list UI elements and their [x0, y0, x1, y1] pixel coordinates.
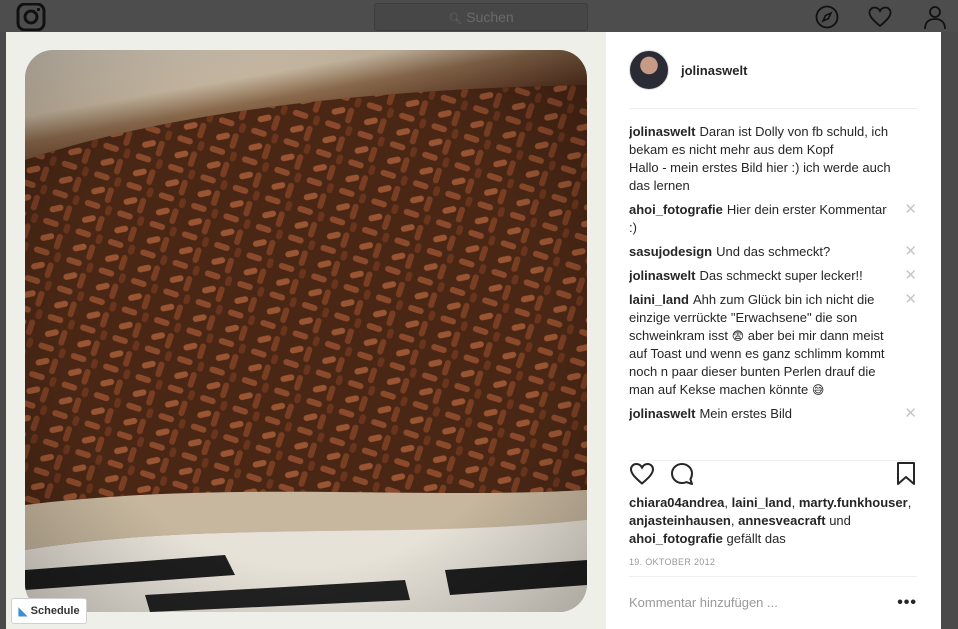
close-icon[interactable]: ✕ [904, 291, 917, 309]
post-date[interactable]: 19. OKTOBER 2012 [629, 557, 715, 567]
instagram-logo-icon[interactable] [16, 3, 46, 31]
add-comment-bar: Kommentar hinzufügen ... ••• [629, 576, 917, 628]
sprinkles-illustration [25, 50, 587, 612]
emoji: 😅 [811, 383, 825, 397]
close-icon[interactable]: ✕ [904, 243, 917, 261]
list-item: sasujodesign Und das schmeckt? ✕ [629, 243, 917, 261]
likes-separator: , [907, 495, 912, 510]
post-modal: ◣ Schedule jolinaswelt jolinaswelt Daran … [6, 32, 941, 629]
likes-separator: , [724, 495, 732, 510]
post-photo[interactable] [25, 50, 587, 612]
comment-text: Mein erstes Bild [699, 406, 792, 421]
close-icon[interactable]: ✕ [904, 267, 917, 285]
liker[interactable]: ahoi_fotografie [629, 531, 723, 546]
post-sidebar: jolinaswelt jolinaswelt Daran ist Dolly v… [606, 32, 941, 629]
post-author[interactable]: jolinaswelt [681, 63, 747, 78]
emoji: 😨 [731, 329, 745, 343]
list-item: jolinaswelt Mein erstes Bild ✕ [629, 405, 917, 423]
caption-user[interactable]: jolinaswelt [629, 124, 695, 139]
liker[interactable]: anjasteinhausen [629, 513, 731, 528]
comment-list: jolinaswelt Daran ist Dolly von fb schuld… [629, 109, 917, 459]
photo-pane: ◣ Schedule [6, 32, 606, 629]
close-icon[interactable]: ✕ [904, 201, 917, 219]
list-item: jolinaswelt Das schmeckt super lecker!! ✕ [629, 267, 917, 285]
bookmark-icon[interactable] [895, 461, 917, 487]
comment-user[interactable]: laini_land [629, 292, 689, 307]
likes-separator: , [791, 495, 799, 510]
heart-icon[interactable] [867, 4, 893, 30]
like-heart-icon[interactable] [629, 461, 655, 487]
likes-suffix: gefällt das [726, 531, 786, 546]
search-icon: 🔍︎ [448, 13, 463, 25]
comment-bubble-icon[interactable] [669, 461, 695, 487]
schedule-button[interactable]: ◣ Schedule [11, 598, 87, 624]
comment-user[interactable]: sasujodesign [629, 244, 712, 259]
liker[interactable]: laini_land [732, 495, 792, 510]
comment-user[interactable]: jolinaswelt [629, 268, 695, 283]
close-icon[interactable]: ✕ [904, 405, 917, 423]
list-item: laini_land Ahh zum Glück bin ich nicht di… [629, 291, 917, 399]
comment-text: Das schmeckt super lecker!! [699, 268, 863, 283]
caption: jolinaswelt Daran ist Dolly von fb schuld… [629, 123, 917, 195]
search-placeholder: Suchen [466, 9, 514, 25]
search-input[interactable]: 🔍︎ Suchen [374, 3, 588, 31]
profile-icon[interactable] [922, 4, 948, 30]
schedule-bird-icon: ◣ [18, 604, 28, 618]
list-item: ahoi_fotografie Hier dein erster Kommenta… [629, 201, 917, 237]
schedule-label: Schedule [30, 605, 80, 617]
likes-and: und [829, 513, 851, 528]
more-options-button[interactable]: ••• [897, 594, 917, 612]
liker[interactable]: annesveacraft [738, 513, 825, 528]
top-navigation: 🔍︎ Suchen [0, 0, 958, 32]
compass-icon[interactable] [814, 4, 840, 30]
avatar[interactable] [629, 50, 669, 90]
comment-text: Und das schmeckt? [716, 244, 831, 259]
comment-input[interactable]: Kommentar hinzufügen ... [629, 595, 778, 610]
action-bar [629, 460, 917, 488]
post-header: jolinaswelt [629, 32, 917, 109]
liker[interactable]: marty.funkhouser [799, 495, 908, 510]
comment-user[interactable]: jolinaswelt [629, 406, 695, 421]
caption-text-line2: Hallo - mein erstes Bild hier :) ich wer… [629, 160, 891, 193]
liker[interactable]: chiara04andrea [629, 495, 724, 510]
likes-summary: chiara04andrea, laini_land, marty.funkho… [629, 494, 923, 548]
comment-user[interactable]: ahoi_fotografie [629, 202, 723, 217]
